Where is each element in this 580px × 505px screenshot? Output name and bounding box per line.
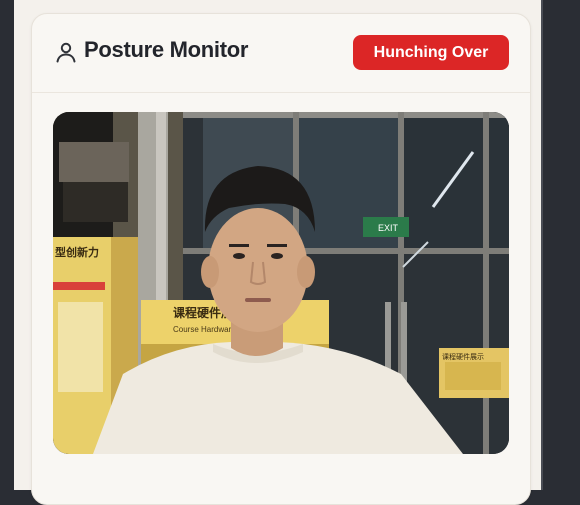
posture-monitor-card: Posture Monitor Hunching Over 型创新力 EXIT …	[31, 13, 531, 505]
poster-left-text: 型创新力	[55, 245, 99, 259]
poster-right-text: 课程硬件展示	[442, 352, 484, 361]
exit-sign-text: EXIT	[378, 223, 399, 233]
posture-status-badge: Hunching Over	[353, 35, 509, 70]
camera-frame-image: 型创新力 EXIT 课程硬件展 Course Hardware Exhibiti…	[53, 112, 509, 454]
camera-feed: 型创新力 EXIT 课程硬件展 Course Hardware Exhibiti…	[53, 112, 509, 454]
user-icon	[56, 42, 76, 63]
window-edge	[541, 0, 580, 490]
page-title: Posture Monitor	[84, 37, 249, 62]
window-divider	[541, 0, 543, 490]
card-header: Posture Monitor Hunching Over	[32, 14, 530, 93]
